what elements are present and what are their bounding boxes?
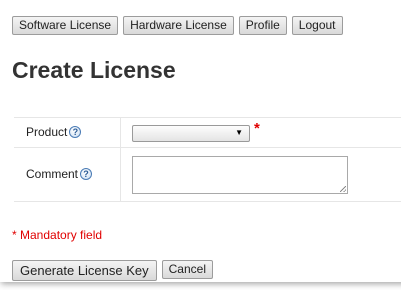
comment-label: Comment xyxy=(26,167,79,181)
required-marker: * xyxy=(254,120,260,137)
chevron-down-icon: ▼ xyxy=(235,128,243,137)
product-label-group: Product ? xyxy=(26,125,82,139)
column-divider xyxy=(120,148,121,201)
form-actions: Generate License Key Cancel xyxy=(12,260,213,281)
license-form: Product ? ▼ * Comment ? xyxy=(14,117,401,202)
product-row: Product ? ▼ * xyxy=(14,118,401,148)
page-frame: Software License Hardware License Profil… xyxy=(0,0,401,282)
column-divider xyxy=(120,118,121,147)
profile-button[interactable]: Profile xyxy=(238,16,287,35)
comment-label-group: Comment ? xyxy=(26,167,93,181)
resize-grip-icon[interactable] xyxy=(340,186,346,192)
comment-textarea[interactable] xyxy=(132,156,348,194)
top-nav: Software License Hardware License Profil… xyxy=(12,16,343,35)
logout-button[interactable]: Logout xyxy=(291,16,343,35)
help-icon[interactable]: ? xyxy=(69,126,82,138)
product-label: Product xyxy=(26,125,68,139)
help-icon[interactable]: ? xyxy=(80,168,93,180)
software-license-button[interactable]: Software License xyxy=(12,16,119,35)
page-title: Create License xyxy=(12,57,176,83)
generate-license-key-button[interactable]: Generate License Key xyxy=(12,260,157,281)
product-select[interactable]: ▼ xyxy=(132,125,250,142)
mandatory-note: * Mandatory field xyxy=(12,228,103,242)
cancel-button[interactable]: Cancel xyxy=(161,260,213,279)
hardware-license-button[interactable]: Hardware License xyxy=(123,16,234,35)
comment-row: Comment ? xyxy=(14,148,401,202)
